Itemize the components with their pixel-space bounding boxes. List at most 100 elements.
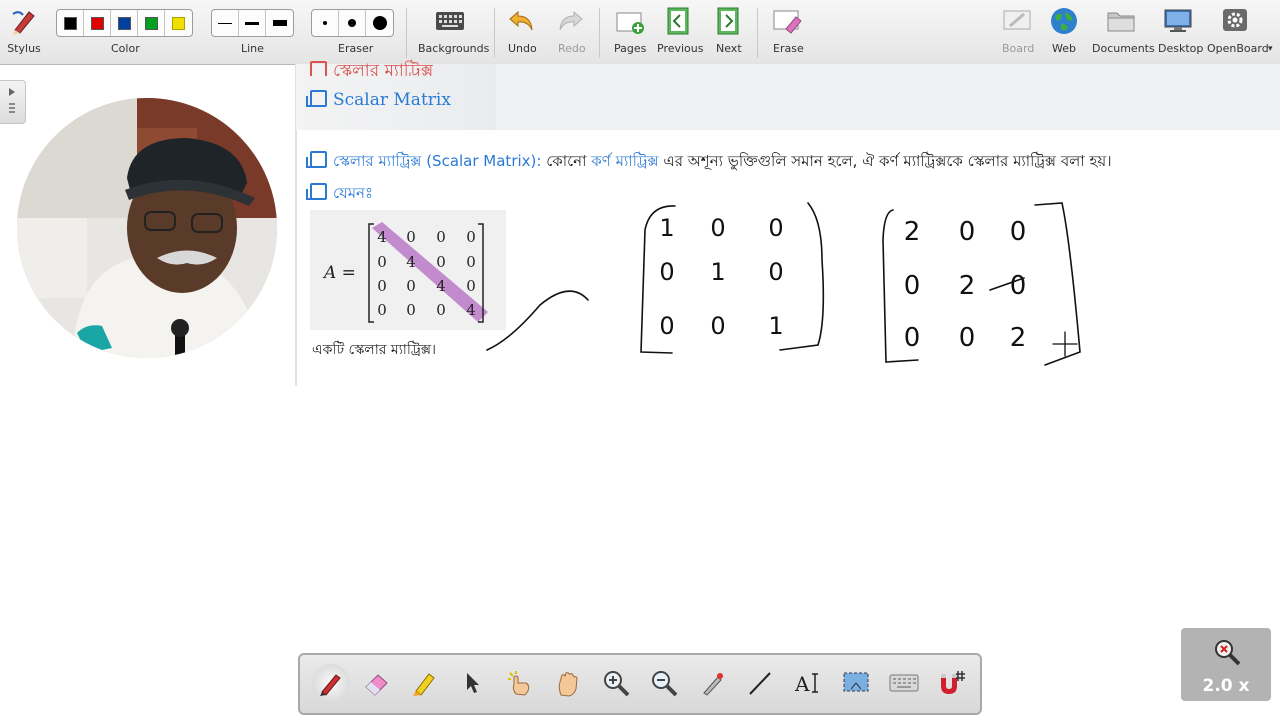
example-label-text: যেমনঃ xyxy=(333,184,374,202)
color-red-swatch[interactable] xyxy=(84,10,111,36)
hand-tool-button[interactable] xyxy=(550,665,586,701)
folder-icon xyxy=(1106,5,1136,37)
toolbar-overflow-chevron-icon[interactable]: ▾ xyxy=(1268,44,1273,54)
laser-pointer-tool-button[interactable] xyxy=(694,665,730,701)
handwritten-check-stroke xyxy=(486,290,589,351)
backgrounds-label: Backgrounds xyxy=(418,42,490,55)
matrix-cell: 0 xyxy=(377,301,387,319)
section-title: Scalar Matrix xyxy=(306,90,451,110)
toolbar-separator xyxy=(599,8,600,58)
color-blue-swatch[interactable] xyxy=(111,10,138,36)
handwritten-matrix-1-cell: 0 xyxy=(710,214,725,242)
web-button[interactable]: Web xyxy=(1047,0,1081,64)
color-black-swatch[interactable] xyxy=(57,10,84,36)
pages-button[interactable]: Pages xyxy=(610,0,650,64)
arrow-cursor-icon xyxy=(467,673,479,693)
handwritten-right-bracket-1 xyxy=(779,202,825,351)
eraser-size-picker xyxy=(311,9,394,37)
erase-label: Erase xyxy=(773,42,804,55)
board-button[interactable]: Board xyxy=(1000,0,1034,64)
color-yellow-swatch[interactable] xyxy=(165,10,192,36)
documents-button[interactable]: Documents xyxy=(1092,0,1155,64)
handwritten-matrix-1-cell: 0 xyxy=(659,258,674,286)
diagonal-matrix-link[interactable]: কর্ণ ম্যাট্রিক্স xyxy=(591,152,658,170)
color-picker xyxy=(56,9,193,37)
example-label: যেমনঃ xyxy=(306,182,374,207)
svg-text:A: A xyxy=(794,672,810,696)
board-icon xyxy=(1002,5,1032,37)
pen-tool-button[interactable] xyxy=(312,664,350,702)
handwritten-matrix-1-cell: 0 xyxy=(768,214,783,242)
definition-term: স্কেলার ম্যাট্রিক্স (Scalar Matrix): xyxy=(333,152,542,170)
backgrounds-button[interactable]: Backgrounds xyxy=(418,0,489,64)
highlighter-tool-button[interactable] xyxy=(406,665,442,701)
interact-tool-button[interactable] xyxy=(502,665,538,701)
matrix-caption: একটি স্কেলার ম্যাট্রিক্স। xyxy=(312,342,437,358)
eraser-large-option[interactable] xyxy=(366,10,393,36)
line-thick-option[interactable] xyxy=(266,10,293,36)
handwritten-matrix-2-cell: 0 xyxy=(904,323,921,353)
keyboard-grid-icon xyxy=(435,5,465,37)
handwritten-matrix-2-cell: 2 xyxy=(1010,323,1027,353)
previous-section-heading: স্কেলার ম্যাট্রিক্স xyxy=(310,58,433,76)
definition-text-part2: এর অশূন্য ভুক্তিগুলি সমান হলে, ঐ কর্ণ ম্… xyxy=(658,152,1112,170)
line-medium-option[interactable] xyxy=(239,10,266,36)
definition-text-part1: কোনো xyxy=(541,152,592,170)
matrix-cell: 0 xyxy=(466,277,476,295)
screen-capture-icon xyxy=(843,672,869,692)
next-page-button[interactable]: Next xyxy=(712,0,744,64)
capture-tool-button[interactable] xyxy=(838,665,874,701)
zoom-indicator[interactable]: 2.0 x xyxy=(1181,628,1271,701)
expand-right-icon xyxy=(9,88,15,113)
copy-icon xyxy=(310,61,327,76)
matrix-cell: 4 xyxy=(377,228,387,246)
handwritten-right-bracket-2 xyxy=(1034,202,1081,366)
text-tool-button[interactable]: A xyxy=(790,665,826,701)
handwritten-matrix-2-cell: 0 xyxy=(959,323,976,353)
undo-button[interactable]: Undo xyxy=(505,0,539,64)
line-icon xyxy=(749,672,771,695)
left-palette-tab[interactable] xyxy=(0,80,26,124)
definition-paragraph: স্কেলার ম্যাট্রিক্স (Scalar Matrix): কোন… xyxy=(306,150,1112,175)
zoom-out-tool-button[interactable] xyxy=(646,665,682,701)
laser-pointer-icon xyxy=(703,673,723,696)
matrix-cell: 0 xyxy=(466,228,476,246)
line-tool-button[interactable] xyxy=(742,665,778,701)
matrix-name: A = xyxy=(322,263,356,283)
matrix-cell: 0 xyxy=(436,253,446,271)
stylus-button[interactable]: Stylus xyxy=(4,0,44,64)
eraser-tool-button[interactable] xyxy=(358,665,394,701)
previous-page-button[interactable]: Previous xyxy=(656,0,704,64)
openboard-menu-button[interactable]: OpenBoard xyxy=(1206,0,1269,64)
selector-tool-button[interactable] xyxy=(454,665,490,701)
handwritten-matrix-1-cell: 1 xyxy=(768,312,783,340)
redo-button[interactable]: Redo xyxy=(553,0,587,64)
zoom-in-tool-button[interactable] xyxy=(598,665,634,701)
line-thin-option[interactable] xyxy=(212,10,239,36)
copy-icon xyxy=(306,151,327,168)
line-label: Line xyxy=(241,42,264,55)
matrix-cell: 0 xyxy=(406,228,416,246)
pen-icon xyxy=(320,674,341,696)
handwritten-annotations: 1 0 0 0 1 0 0 0 1 2 0 0 0 2 0 0 0 2 xyxy=(486,202,1081,366)
eraser-medium-option[interactable] xyxy=(339,10,366,36)
virtual-keyboard-button[interactable] xyxy=(886,665,922,701)
redo-icon xyxy=(556,5,584,37)
handwritten-matrix-2-cell: 0 xyxy=(959,217,976,247)
gear-icon xyxy=(1220,5,1250,37)
globe-icon xyxy=(1049,5,1079,37)
handwritten-matrix-1-cell: 1 xyxy=(710,258,725,286)
snap-grid-tool-button[interactable] xyxy=(934,665,970,701)
webcam-overlay xyxy=(17,98,277,358)
stylus-label: Stylus xyxy=(7,42,41,55)
erase-page-button[interactable]: Erase xyxy=(770,0,804,64)
handwritten-matrix-1-cell: 1 xyxy=(659,214,674,242)
color-green-swatch[interactable] xyxy=(138,10,165,36)
crosshair-cursor-icon xyxy=(1052,331,1078,357)
previous-section-heading-text: স্কেলার ম্যাট্রিক্স xyxy=(333,61,434,76)
zoom-out-icon xyxy=(652,671,678,697)
handwritten-matrix-2-cell: 2 xyxy=(959,271,976,301)
eraser-small-option[interactable] xyxy=(312,10,339,36)
section-title-text: Scalar Matrix xyxy=(333,90,451,110)
desktop-button[interactable]: Desktop xyxy=(1158,0,1203,64)
